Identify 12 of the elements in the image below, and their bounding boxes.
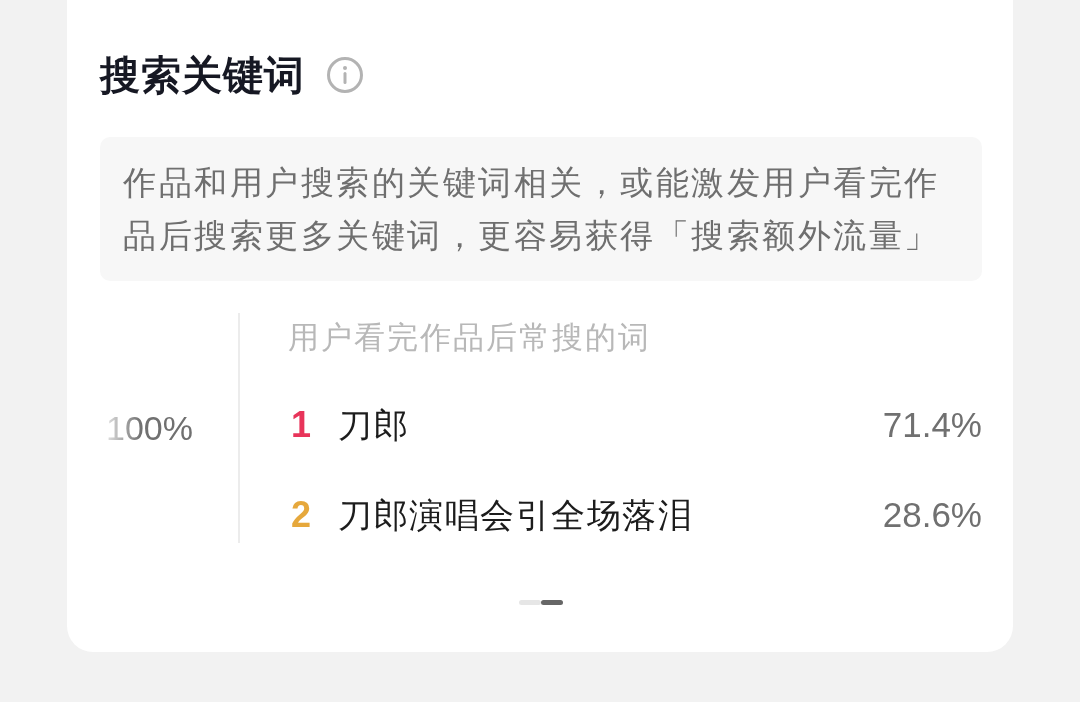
page-indicator[interactable] [541,600,563,605]
info-icon[interactable] [327,57,363,93]
description-text: 作品和用户搜索的关键词相关，或能激发用户看完作品后搜索更多关键词，更容易获得「搜索额外流量」 [123,163,941,256]
share-value: 28.6% [882,494,982,536]
share-value: 100% [106,408,193,449]
rank-number: 1 [290,403,313,447]
keywords-heading: 用户看完作品后常搜的词 [288,319,651,357]
share-value: 71.4% [882,404,982,446]
keyword-text[interactable]: 刀郎 [338,403,883,447]
keyword-text[interactable]: 刀郎演唱会引全场落泪 [338,493,883,537]
rank-number: 2 [290,493,313,537]
card-title: 搜索关键词 [100,52,305,99]
